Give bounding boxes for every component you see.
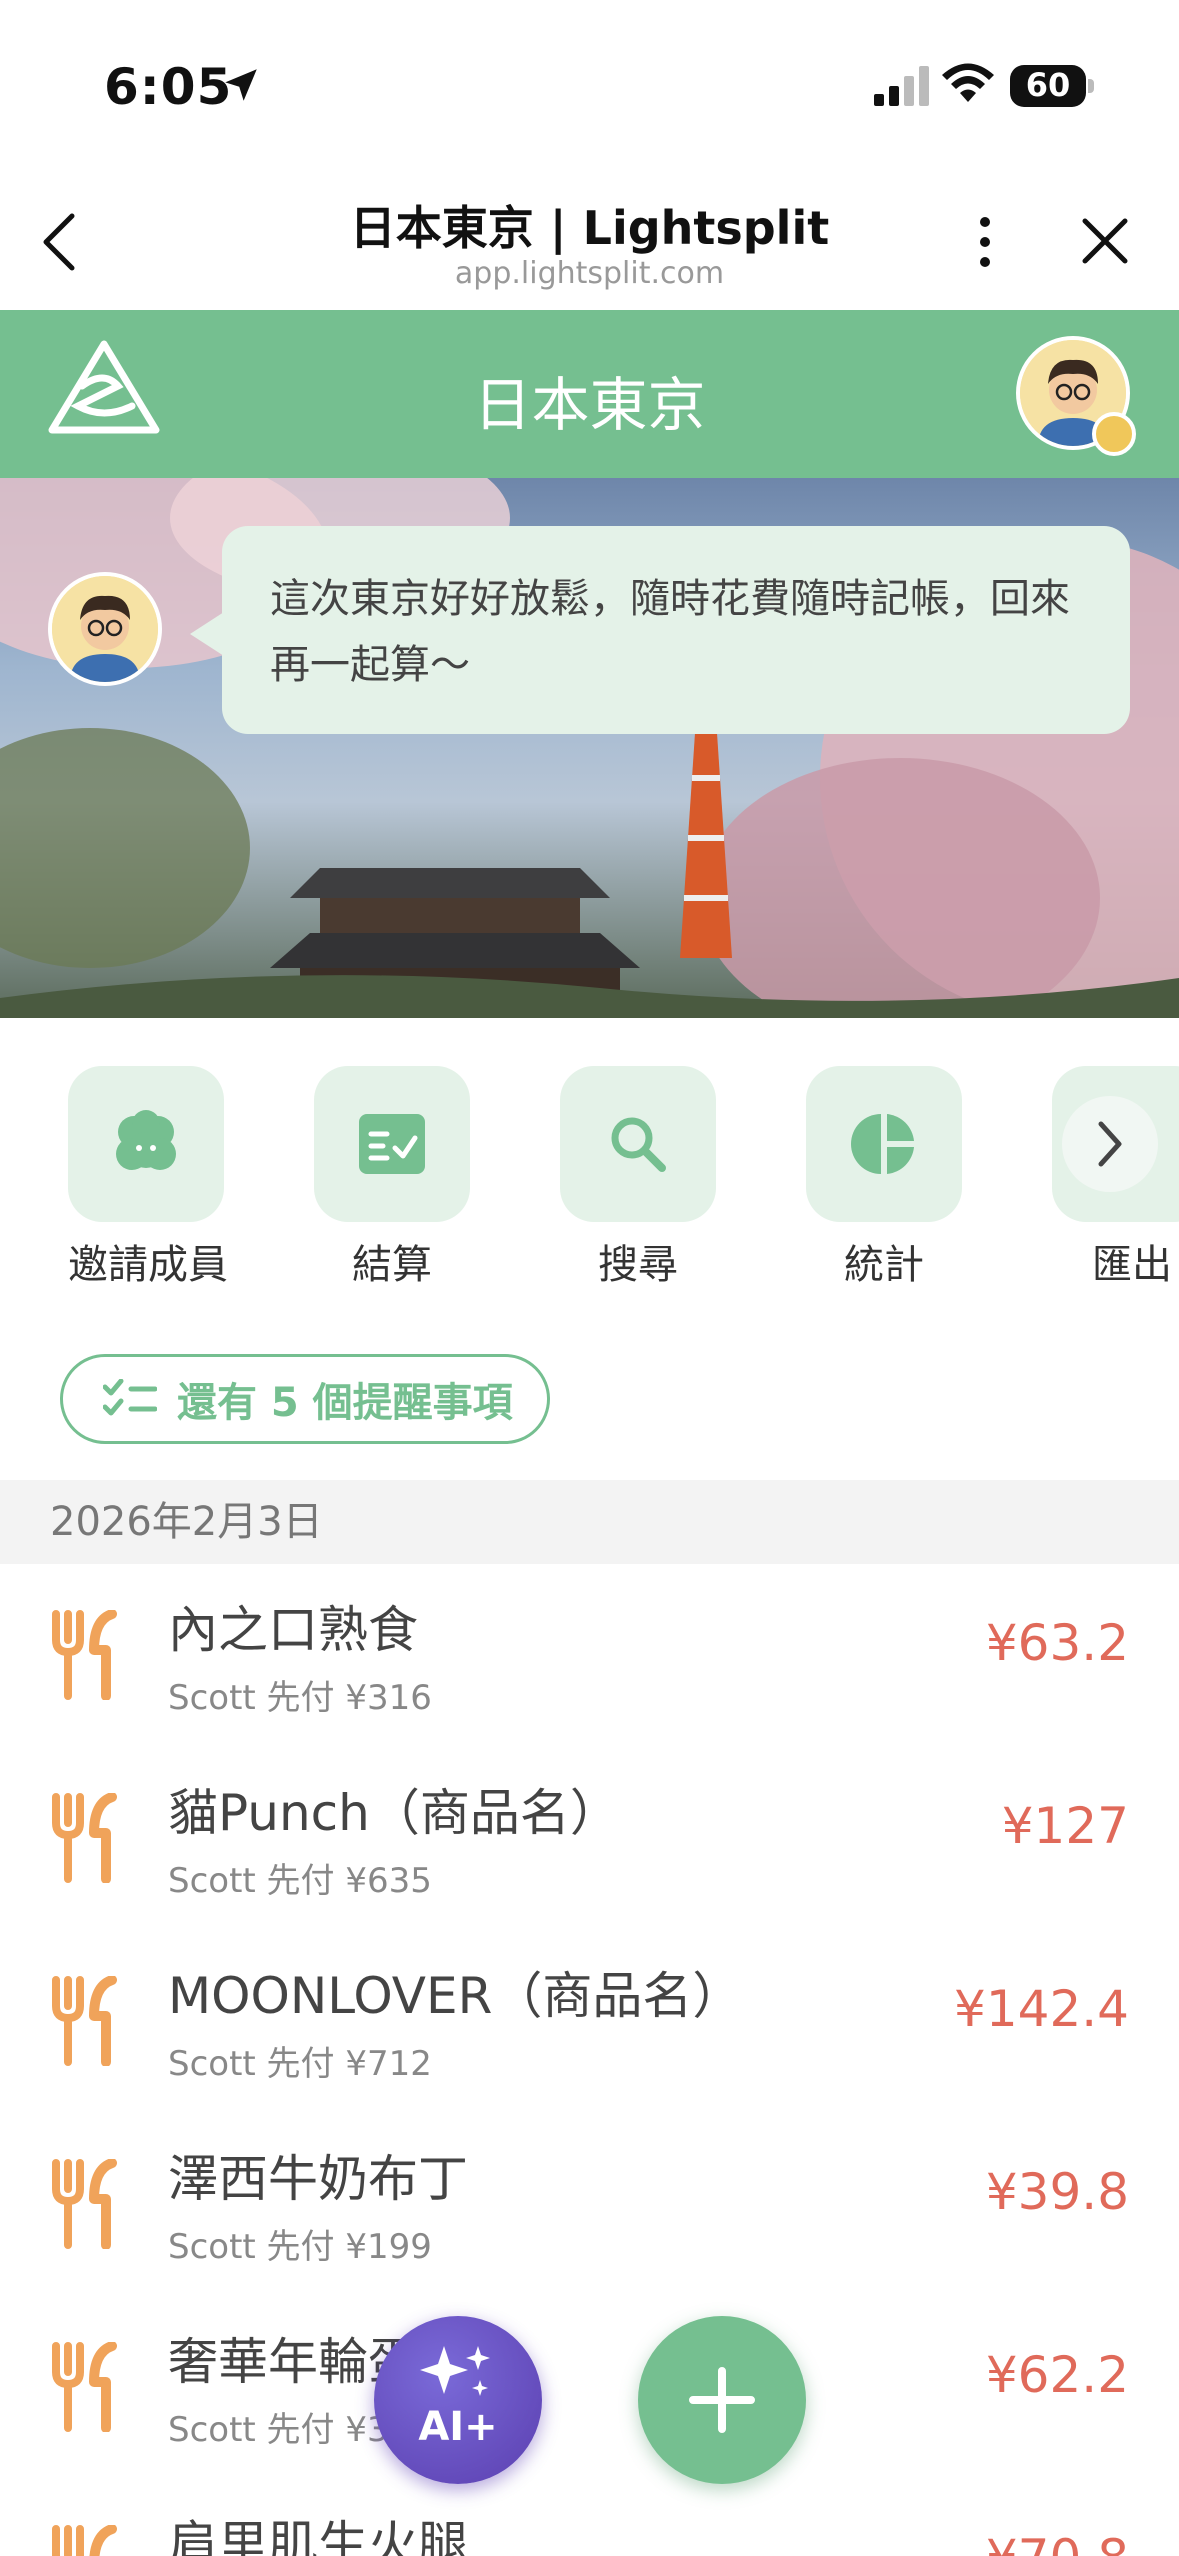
browser-page-title: 日本東京 | Lightsplit	[349, 201, 830, 255]
expense-name: MOONLOVER（商品名）	[168, 1967, 743, 2025]
expense-payer: Scott 先付 ¥712	[168, 2044, 432, 2084]
ai-assistant-button[interactable]: AI+	[374, 2316, 542, 2484]
plus-icon	[689, 2367, 755, 2433]
sparkles-icon	[420, 2346, 490, 2396]
fork-knife-icon	[52, 2342, 117, 2432]
action-label: 統計	[844, 1242, 924, 1288]
reminder-label: 還有 5 個提醒事項	[177, 1380, 513, 1426]
action-tile[interactable]	[1052, 1066, 1179, 1222]
cellular-signal-icon	[874, 66, 929, 106]
expense-row[interactable]: MOONLOVER（商品名） Scott 先付 ¥712 ¥142.4	[0, 1930, 1179, 2113]
expense-row[interactable]: 奢華年輪蛋糕 Scott 先付 ¥311 ¥62.2	[0, 2296, 1179, 2479]
status-time: 6:05	[104, 58, 233, 116]
location-arrow-icon	[225, 69, 257, 101]
more-options-icon[interactable]	[970, 212, 1000, 272]
action-tile[interactable]	[806, 1066, 962, 1222]
fork-knife-icon	[52, 2159, 117, 2249]
ai-fab-label: AI+	[418, 2404, 498, 2450]
people-icon	[116, 1110, 176, 1170]
action-export[interactable]: 匯出	[1052, 1066, 1179, 1290]
speech-bubble: 這次東京好好放鬆，隨時花費隨時記帳，回來再一起算～	[222, 526, 1130, 734]
close-icon[interactable]	[1080, 216, 1130, 266]
date-group-header: 2026年2月3日	[0, 1480, 1179, 1564]
scroll-next-button[interactable]	[1062, 1096, 1158, 1192]
action-search[interactable]: 搜尋	[560, 1066, 716, 1290]
expense-payer: Scott 先付 ¥635	[168, 1861, 432, 1901]
action-statistics[interactable]: 統計	[806, 1066, 962, 1290]
action-label: 匯出	[1092, 1242, 1172, 1288]
fork-knife-icon	[52, 1976, 117, 2066]
expense-amount: ¥70.8	[986, 2529, 1129, 2556]
speech-bubble-tail	[190, 612, 224, 656]
trip-title: 日本東京	[473, 371, 706, 439]
expense-row[interactable]: 內之口熟食 Scott 先付 ¥316 ¥63.2	[0, 1564, 1179, 1747]
battery-nub	[1088, 79, 1094, 93]
expense-amount: ¥127	[1001, 1797, 1129, 1855]
speech-avatar	[48, 572, 162, 686]
expense-amount: ¥142.4	[954, 1980, 1129, 2038]
expense-amount: ¥63.2	[985, 1614, 1129, 1672]
checklist-icon	[103, 1379, 157, 1416]
fork-knife-icon	[52, 1793, 117, 1883]
reminders-button[interactable]: 還有 5 個提醒事項	[60, 1354, 550, 1444]
expense-name: 澤西牛奶布丁	[168, 2150, 468, 2208]
avatar-illustration	[52, 576, 158, 682]
fork-knife-icon	[52, 1610, 117, 1700]
expense-row[interactable]: 澤西牛奶布丁 Scott 先付 ¥199 ¥39.8	[0, 2113, 1179, 2296]
expense-row[interactable]: 肩里肌生火腿 ¥70.8	[0, 2479, 1179, 2556]
pie-chart-icon	[851, 1114, 914, 1174]
expense-row[interactable]: 貓Punch（商品名） Scott 先付 ¥635 ¥127	[0, 1747, 1179, 1930]
settle-icon	[359, 1114, 425, 1174]
expense-payer: Scott 先付 ¥316	[168, 1678, 432, 1718]
add-expense-button[interactable]	[638, 2316, 806, 2484]
expense-name: 貓Punch（商品名）	[168, 1784, 620, 1842]
star-badge-icon	[1092, 412, 1136, 456]
action-invite-members[interactable]: 邀請成員	[68, 1066, 228, 1290]
action-label: 搜尋	[598, 1242, 678, 1288]
fork-knife-icon	[52, 2525, 117, 2556]
action-tile[interactable]	[560, 1066, 716, 1222]
action-label: 邀請成員	[68, 1242, 228, 1288]
search-icon	[611, 1117, 666, 1172]
browser-url: app.lightsplit.com	[454, 256, 725, 291]
action-settle[interactable]: 結算	[314, 1066, 470, 1290]
expense-payer: Scott 先付 ¥199	[168, 2227, 432, 2267]
battery-level: 60	[1025, 66, 1071, 104]
action-tile[interactable]	[314, 1066, 470, 1222]
expense-amount: ¥39.8	[985, 2163, 1129, 2221]
status-bar: 6:05 60	[0, 0, 1179, 175]
expense-amount: ¥62.2	[985, 2346, 1129, 2404]
action-label: 結算	[352, 1242, 432, 1288]
expense-name: 肩里肌生火腿	[168, 2516, 468, 2556]
chevron-right-icon	[1098, 1121, 1122, 1167]
action-tile[interactable]	[68, 1066, 224, 1222]
wifi-icon	[942, 63, 994, 102]
expense-name: 內之口熟食	[168, 1601, 418, 1659]
